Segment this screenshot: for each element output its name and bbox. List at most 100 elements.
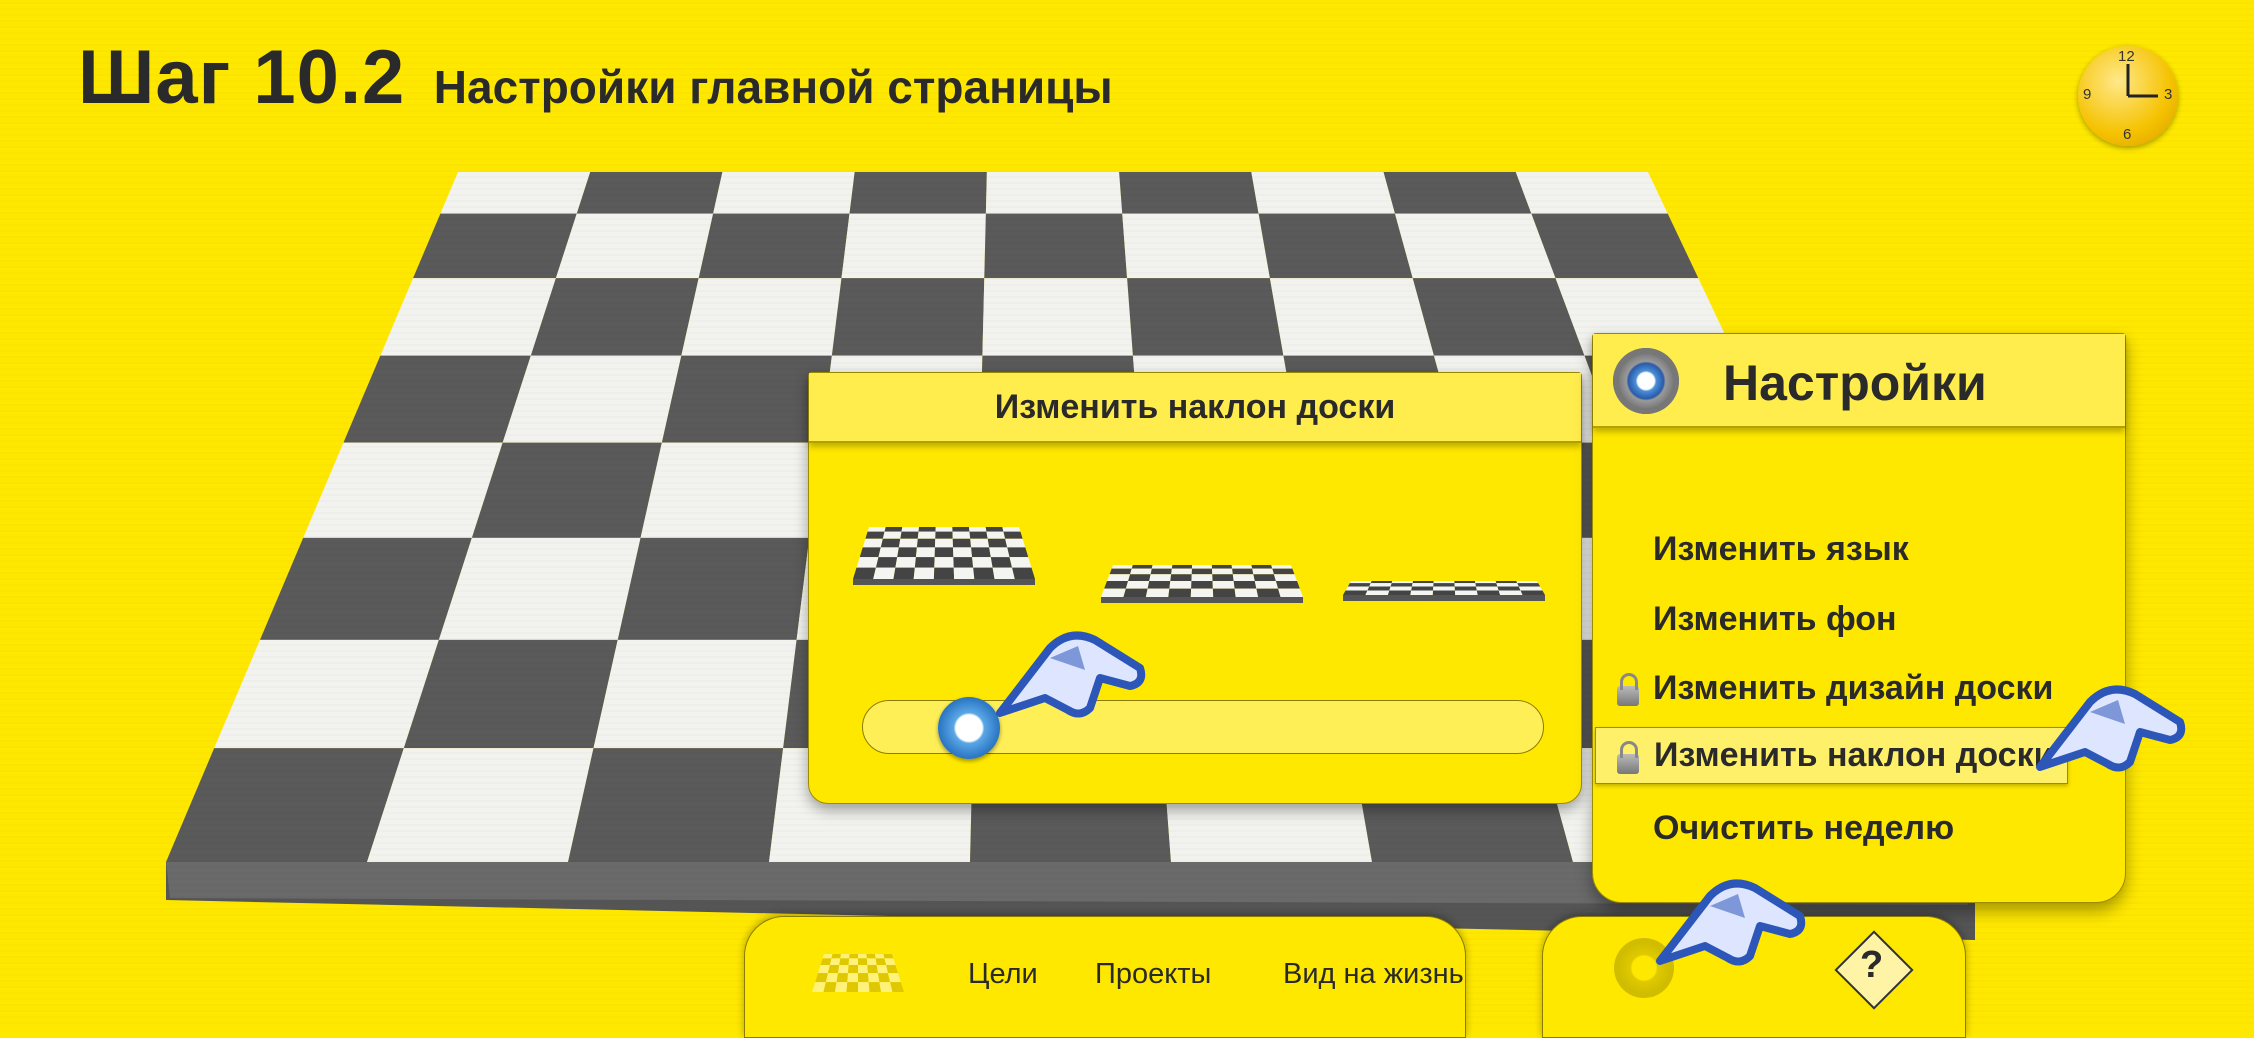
board-thumb-square: [895, 557, 916, 568]
board-thumb-square: [1275, 581, 1300, 589]
board-thumb-square: [1191, 581, 1213, 589]
tilt-option-medium[interactable]: [1099, 563, 1305, 605]
board-thumb-square: [1233, 581, 1257, 589]
board-thumb-square: [952, 527, 970, 532]
board-thumb-square: [1002, 527, 1021, 532]
board-thumb-square: [1517, 583, 1541, 587]
board-thumb-square: [1391, 581, 1413, 584]
nav-board-square: [858, 954, 867, 959]
board-thumb-square: [1390, 583, 1413, 587]
pointing-hand-icon: [2036, 685, 2186, 772]
board-thumb-edge: [1343, 595, 1545, 601]
menu-item-change-board-design[interactable]: Изменить дизайн доски: [1653, 669, 2053, 708]
board-thumb-square: [878, 547, 899, 558]
board-thumb-square: [1475, 581, 1497, 584]
board-thumb-square: [1411, 586, 1434, 591]
nav-life-view[interactable]: Вид на жизнь: [1283, 958, 1464, 991]
board-thumb-square: [1212, 568, 1233, 575]
board-thumb-square: [1145, 588, 1170, 597]
board-thumb-square: [1432, 590, 1456, 595]
board-thumb-square: [1278, 588, 1303, 597]
board-thumb-square: [1343, 590, 1368, 595]
nav-board-square: [837, 965, 849, 974]
board-thumb-square: [901, 527, 919, 532]
clock-hands: [2126, 64, 2158, 98]
board-thumb-square: [1191, 568, 1213, 575]
nav-goals[interactable]: Цели: [968, 958, 1038, 991]
nav-board-square: [868, 973, 880, 983]
tilt-option-steep[interactable]: [851, 525, 1037, 587]
board-thumb-square: [1251, 565, 1273, 569]
board-thumb-square: [900, 531, 919, 539]
board-thumb-square: [992, 567, 1015, 579]
board-thumb-square: [1191, 565, 1213, 569]
tilt-board-panel: Изменить наклон доски: [808, 372, 1582, 804]
nav-board-square: [835, 982, 848, 992]
board-thumb-square: [875, 557, 898, 568]
nav-board-square: [847, 965, 858, 974]
settings-title: Настройки: [1723, 355, 1987, 411]
pointing-hand-icon: [1656, 879, 1806, 966]
board-thumb-square: [859, 547, 881, 558]
board-thumb-square: [918, 527, 936, 532]
settings-header: Настройки: [1593, 334, 2125, 428]
nav-board-square: [888, 973, 901, 983]
board-thumb-square: [1212, 581, 1235, 589]
board-thumb-square: [953, 557, 974, 568]
board-thumb-square: [1234, 588, 1259, 597]
board-thumb-square: [986, 531, 1006, 539]
menu-item-change-board-tilt[interactable]: Изменить наклон доски: [1595, 727, 2068, 784]
nav-board-square: [884, 958, 896, 966]
menu-item-clear-week[interactable]: Очистить неделю: [1653, 809, 1954, 848]
board-thumb-square: [1147, 581, 1171, 589]
board-thumb-square: [1150, 568, 1172, 575]
board-thumb-square: [1254, 581, 1279, 589]
menu-item-change-language[interactable]: Изменить язык: [1653, 530, 1909, 569]
board-thumb-square: [916, 538, 936, 548]
board-view-icon[interactable]: [810, 952, 906, 996]
menu-item-change-background[interactable]: Изменить фон: [1653, 600, 1897, 639]
nav-projects[interactable]: Проекты: [1095, 958, 1211, 991]
board-thumb-square: [1347, 583, 1371, 587]
nav-board-square: [886, 965, 899, 974]
board-thumb-square: [1369, 583, 1392, 587]
board-thumb-square: [934, 557, 954, 568]
board-thumb-square: [933, 567, 955, 579]
board-thumb-square: [853, 567, 876, 579]
clock-icon: 12 3 6 9: [2078, 46, 2178, 146]
tilt-panel-header: Изменить наклон доски: [809, 373, 1581, 443]
board-thumb-square: [1475, 583, 1498, 587]
board-thumb-square: [1454, 586, 1477, 591]
board-thumb-square: [1131, 565, 1153, 569]
board-thumb-square: [1212, 574, 1234, 582]
board-thumb-square: [1231, 565, 1253, 569]
nav-board-square: [858, 973, 869, 983]
board-thumb-square: [952, 531, 971, 539]
board-thumb-square: [915, 547, 935, 558]
board-thumb-square: [1365, 590, 1390, 595]
board-thumb-square: [1454, 590, 1478, 595]
nav-board-square: [822, 954, 833, 959]
page-subtitle: Настройки главной страницы: [433, 61, 1113, 113]
gear-icon: [1613, 348, 1679, 414]
nav-board-square: [839, 958, 850, 966]
board-thumb-square: [913, 567, 935, 579]
nav-board-square: [815, 973, 828, 983]
board-thumb-square: [1497, 586, 1521, 591]
board-thumb-square: [917, 531, 936, 539]
board-thumb-square: [1410, 590, 1434, 595]
board-thumb-square: [1349, 581, 1372, 584]
board-thumb-square: [1412, 581, 1434, 584]
board-thumb-square: [1190, 588, 1214, 597]
board-thumb-square: [897, 547, 917, 558]
board-thumb-square: [1345, 586, 1370, 591]
board-thumb-square: [969, 527, 987, 532]
nav-board-square: [848, 958, 858, 966]
board-thumb-square: [1171, 568, 1192, 575]
nav-board-square: [812, 982, 826, 992]
pointing-hand-icon: [996, 631, 1146, 718]
board-thumb-square: [1520, 590, 1545, 595]
board-thumb-square: [1256, 588, 1281, 597]
tilt-option-flat[interactable]: [1341, 579, 1547, 603]
board-thumb-edge: [1101, 597, 1303, 603]
